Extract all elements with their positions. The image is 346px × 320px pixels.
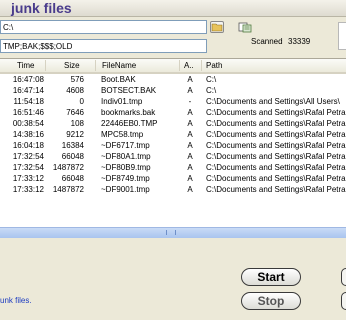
- status-link[interactable]: unk files.: [0, 296, 32, 305]
- table-row[interactable]: 16:47:14 4608 BOTSECT.BAK A C:\: [0, 85, 346, 96]
- window-title: junk files: [11, 0, 72, 16]
- cell-time: 16:51:46: [12, 108, 44, 117]
- cell-time: 17:32:54: [12, 163, 44, 172]
- browse-folder-button[interactable]: [210, 21, 224, 33]
- cell-filename: bookmarks.bak: [101, 108, 156, 117]
- cell-size: 9212: [66, 130, 84, 139]
- cell-time: 17:33:12: [12, 185, 44, 194]
- cell-attributes: A: [187, 75, 193, 84]
- table-row[interactable]: 17:32:54 1487872 ~DF80B9.tmp A C:\Documents …: [0, 162, 346, 173]
- cell-path: C:\Documents and Settings\Rafal Petra: [206, 174, 346, 183]
- scanned-label: Scanned: [251, 37, 283, 46]
- cell-path: C:\Documents and Settings\Rafal Petra: [206, 141, 346, 150]
- table-row[interactable]: 17:32:54 66048 ~DF80A1.tmp A C:\Documents an…: [0, 151, 346, 162]
- column-header-filename[interactable]: FileName: [96, 60, 180, 71]
- cell-time: 17:33:12: [12, 174, 44, 183]
- table-body: 16:47:08 576 Boot.BAK A C:\ 16:47:14 4608 BOTSE…: [0, 74, 346, 228]
- column-header-path[interactable]: Path: [202, 60, 346, 71]
- cell-attributes: A: [187, 152, 193, 161]
- scrollbar-grip[interactable]: [166, 230, 176, 235]
- cell-path: C:\Documents and Settings\Rafal Petra: [206, 163, 346, 172]
- side-panel-edge: [338, 22, 346, 50]
- cell-time: 16:47:08: [12, 75, 44, 84]
- cell-size: 4608: [66, 86, 84, 95]
- cell-time: 14:38:16: [12, 130, 44, 139]
- column-header-time[interactable]: Time: [0, 60, 46, 71]
- cell-filename: ~DF6717.tmp: [101, 141, 150, 150]
- cell-size: 1487872: [52, 185, 84, 194]
- cell-attributes: A: [187, 119, 193, 128]
- junk-files-table[interactable]: Time Size FileName A.. Path 16:47:08 576 B…: [0, 58, 346, 228]
- column-header-attributes[interactable]: A..: [180, 60, 202, 71]
- extensions-input[interactable]: TMP;BAK;$$$;OLD: [0, 39, 207, 53]
- cell-size: 0: [79, 97, 84, 106]
- cell-filename: ~DF9001.tmp: [101, 185, 150, 194]
- scanned-count: 33339: [288, 37, 311, 46]
- side-button-bottom[interactable]: [341, 292, 346, 310]
- cell-path: C:\Documents and Settings\All Users\: [206, 97, 340, 106]
- side-button-top[interactable]: [341, 268, 346, 286]
- cell-time: 11:54:18: [13, 97, 44, 106]
- table-header: Time Size FileName A.. Path: [0, 59, 346, 74]
- cell-filename: Indiv01.tmp: [101, 97, 143, 106]
- cell-path: C:\Documents and Settings\Rafal Petra: [206, 130, 346, 139]
- cell-attributes: A: [187, 108, 193, 117]
- table-row[interactable]: 17:33:12 66048 ~DF8749.tmp A C:\Documents an…: [0, 173, 346, 184]
- cell-time: 16:04:18: [12, 141, 44, 150]
- cell-path: C:\: [206, 86, 217, 95]
- cell-filename: BOTSECT.BAK: [101, 86, 157, 95]
- stop-button[interactable]: Stop: [241, 292, 301, 310]
- cell-filename: MPC58.tmp: [101, 130, 144, 139]
- cell-attributes: -: [188, 97, 192, 106]
- cell-path: C:\: [206, 75, 217, 84]
- start-button[interactable]: Start: [241, 268, 301, 286]
- cell-path: C:\Documents and Settings\Rafal Petra: [206, 152, 346, 161]
- cell-time: 00:38:54: [12, 119, 44, 128]
- table-row[interactable]: 11:54:18 0 Indiv01.tmp - C:\Documents and Se…: [0, 96, 346, 107]
- table-row[interactable]: 17:33:12 1487872 ~DF9001.tmp A C:\Documents …: [0, 184, 346, 195]
- cell-size: 16384: [61, 141, 84, 150]
- cell-attributes: A: [187, 141, 193, 150]
- cell-filename: 22446EB0.TMP: [101, 119, 158, 128]
- cell-size: 1487872: [52, 163, 84, 172]
- cell-time: 16:47:14: [12, 86, 44, 95]
- table-row[interactable]: 00:38:54 108 22446EB0.TMP A C:\Documents and…: [0, 118, 346, 129]
- cell-size: 576: [70, 75, 84, 84]
- cell-filename: Boot.BAK: [101, 75, 136, 84]
- cell-attributes: A: [187, 130, 193, 139]
- cell-attributes: A: [187, 174, 193, 183]
- folder-icon: [211, 23, 223, 32]
- table-row[interactable]: 14:38:16 9212 MPC58.tmp A C:\Documents and S…: [0, 129, 346, 140]
- cell-filename: ~DF8749.tmp: [101, 174, 150, 183]
- cell-size: 108: [70, 119, 84, 128]
- table-row[interactable]: 16:04:18 16384 ~DF6717.tmp A C:\Documents an…: [0, 140, 346, 151]
- cell-filename: ~DF80A1.tmp: [101, 152, 151, 161]
- column-header-size[interactable]: Size: [46, 60, 96, 71]
- cell-attributes: A: [187, 86, 193, 95]
- cell-size: 7646: [66, 108, 84, 117]
- table-row[interactable]: 16:51:46 7646 bookmarks.bak A C:\Documents a…: [0, 107, 346, 118]
- table-row[interactable]: 16:47:08 576 Boot.BAK A C:\: [0, 74, 346, 85]
- path-input[interactable]: C:\: [0, 20, 207, 34]
- cell-time: 17:32:54: [12, 152, 44, 161]
- cell-filename: ~DF80B9.tmp: [101, 163, 151, 172]
- cell-attributes: A: [187, 163, 193, 172]
- cell-attributes: A: [187, 185, 193, 194]
- cell-path: C:\Documents and Settings\Rafal Petra: [206, 108, 346, 117]
- cell-path: C:\Documents and Settings\Rafal Petra: [206, 119, 346, 128]
- cell-size: 66048: [61, 174, 84, 183]
- scanner-icon: [238, 22, 252, 33]
- cell-path: C:\Documents and Settings\Rafal Petra: [206, 185, 346, 194]
- cell-size: 66048: [61, 152, 84, 161]
